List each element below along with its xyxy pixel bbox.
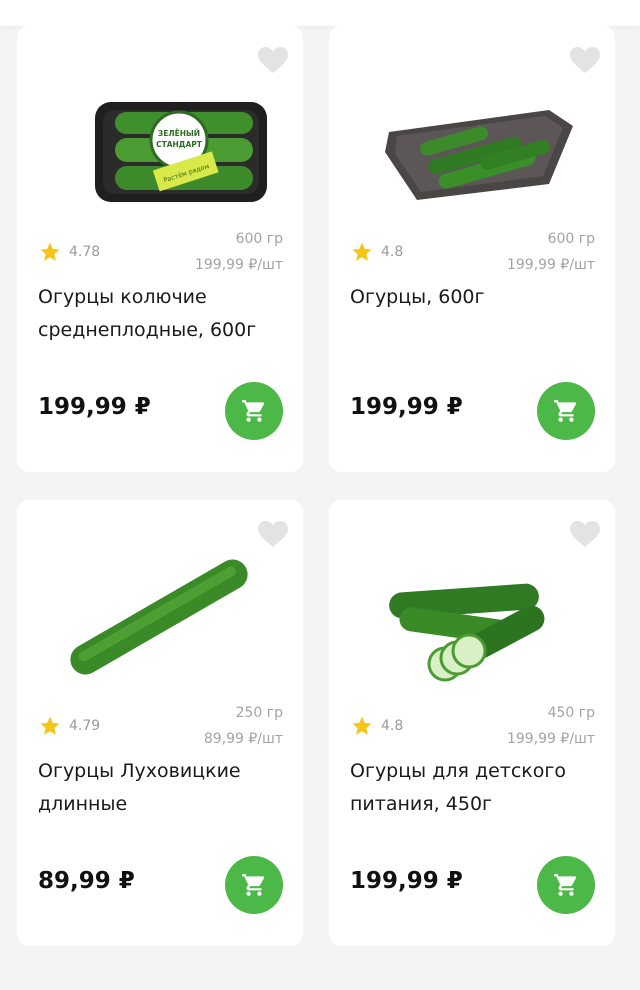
product-card[interactable]: 4.79 250 гр 89,99 ₽/шт Огурцы Луховицкие… — [17, 500, 303, 946]
star-icon — [39, 715, 61, 737]
svg-text:ЗЕЛЁНЫЙ: ЗЕЛЁНЫЙ — [158, 129, 200, 138]
product-price: 199,99 ₽ — [350, 868, 463, 894]
rating: 4.8 — [351, 240, 403, 264]
product-price: 89,99 ₽ — [38, 868, 135, 894]
rating-value: 4.8 — [381, 718, 404, 734]
cart-icon — [242, 874, 265, 896]
rating: 4.79 — [39, 714, 100, 738]
rating-value: 4.79 — [69, 718, 101, 734]
top-bar — [0, 0, 640, 26]
product-weight: 450 гр — [547, 705, 595, 721]
rating: 4.8 — [351, 714, 403, 738]
product-weight: 600 гр — [235, 231, 283, 247]
add-to-cart-button[interactable] — [537, 856, 595, 914]
product-card[interactable]: ЗЕЛЁНЫЙ СТАНДАРТ Растём рядом 4.78 600 г… — [17, 26, 303, 472]
product-title[interactable]: Огурцы колючие среднеплодные, 600г — [38, 281, 288, 347]
star-icon — [39, 241, 61, 263]
product-weight: 600 гр — [547, 231, 595, 247]
product-image[interactable] — [349, 528, 595, 698]
star-icon — [351, 241, 373, 263]
product-image[interactable] — [37, 528, 283, 698]
product-price: 199,99 ₽ — [38, 394, 151, 420]
product-image[interactable]: ЗЕЛЁНЫЙ СТАНДАРТ Растём рядом — [37, 54, 283, 224]
unit-price: 199,99 ₽/шт — [194, 257, 283, 273]
cart-icon — [554, 400, 577, 422]
rating-value: 4.8 — [381, 244, 404, 260]
product-weight: 250 гр — [235, 705, 283, 721]
product-price: 199,99 ₽ — [350, 394, 463, 420]
product-title[interactable]: Огурцы Луховицкие длинные — [38, 755, 288, 821]
unit-price: 89,99 ₽/шт — [203, 731, 283, 747]
product-card[interactable]: 4.8 450 гр 199,99 ₽/шт Огурцы для детско… — [329, 500, 615, 946]
svg-text:СТАНДАРТ: СТАНДАРТ — [156, 140, 203, 149]
cart-icon — [242, 400, 265, 422]
add-to-cart-button[interactable] — [225, 856, 283, 914]
cart-icon — [554, 874, 577, 896]
rating-value: 4.78 — [69, 244, 101, 260]
rating: 4.78 — [39, 240, 100, 264]
add-to-cart-button[interactable] — [225, 382, 283, 440]
star-icon — [351, 715, 373, 737]
unit-price: 199,99 ₽/шт — [506, 257, 595, 273]
unit-price: 199,99 ₽/шт — [506, 731, 595, 747]
add-to-cart-button[interactable] — [537, 382, 595, 440]
product-title[interactable]: Огурцы, 600г — [350, 281, 600, 314]
product-card[interactable]: 4.8 600 гр 199,99 ₽/шт Огурцы, 600г 199,… — [329, 26, 615, 472]
product-title[interactable]: Огурцы для детского питания, 450г — [350, 755, 600, 821]
product-image[interactable] — [349, 54, 595, 224]
